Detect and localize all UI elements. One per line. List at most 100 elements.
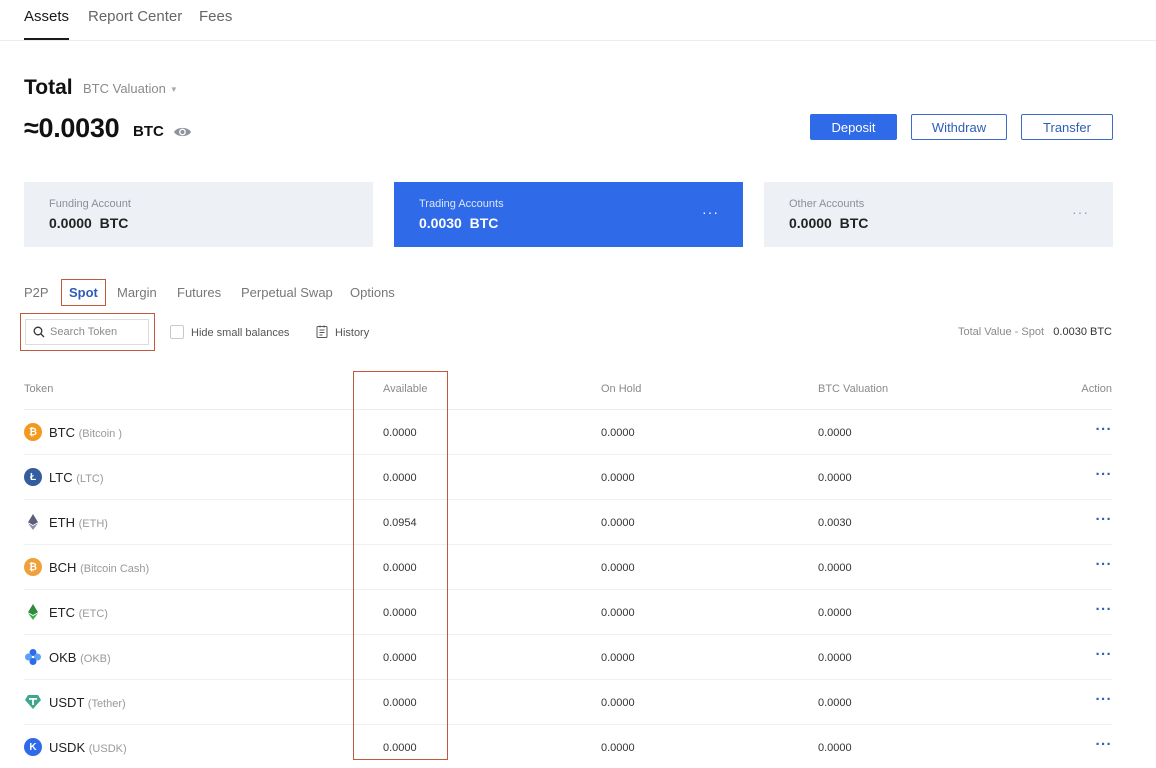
- hide-small-balances-label[interactable]: Hide small balances: [191, 327, 289, 339]
- row-action-more-icon[interactable]: ···: [1096, 466, 1113, 483]
- btc-valuation-cell: 0.0000: [818, 472, 852, 484]
- deposit-button[interactable]: Deposit: [810, 114, 897, 140]
- subtab-options[interactable]: Options: [350, 285, 395, 300]
- tab-assets[interactable]: Assets: [24, 8, 70, 40]
- highlight-box-search: [20, 313, 155, 351]
- on-hold-cell: 0.0000: [601, 607, 635, 619]
- token-name: (Bitcoin ): [78, 428, 123, 440]
- btc-valuation-cell: 0.0000: [818, 427, 852, 439]
- other-accounts-card[interactable]: Other Accounts 0.0000 BTC ···: [764, 182, 1113, 247]
- tab-report-center[interactable]: Report Center: [88, 8, 182, 25]
- tab-fees[interactable]: Fees: [199, 8, 232, 25]
- on-hold-cell: 0.0000: [601, 472, 635, 484]
- on-hold-cell: 0.0000: [601, 562, 635, 574]
- table-header: Token Available On Hold BTC Valuation Ac…: [24, 383, 1112, 410]
- token-name: (LTC): [76, 473, 104, 485]
- hide-small-balances-checkbox[interactable]: [170, 325, 184, 339]
- table-row: ₿ BTC (Bitcoin ) 0.0000 0.0000 0.0000 ··…: [24, 410, 1112, 455]
- highlight-box-spot: [61, 279, 106, 306]
- row-action-more-icon[interactable]: ···: [1096, 691, 1113, 708]
- account-value: 0.0000 BTC: [49, 215, 129, 231]
- token-symbol: BTC (Bitcoin ): [49, 425, 123, 440]
- account-value: 0.0000 BTC: [789, 215, 869, 231]
- top-nav: Assets Report Center Fees: [0, 0, 1156, 41]
- litecoin-icon: Ł: [24, 468, 42, 486]
- ethereum-icon: [28, 514, 38, 530]
- token-name: (Tether): [87, 698, 126, 710]
- total-value-label: Total Value - Spot: [957, 326, 1044, 338]
- highlight-box-available-column: [353, 371, 448, 760]
- table-row: ETH (ETH) 0.0954 0.0000 0.0030 ···: [24, 500, 1112, 545]
- token-symbol: USDT (Tether): [49, 695, 126, 710]
- okb-icon: [25, 649, 41, 665]
- total-balance: ≈0.0030: [24, 113, 120, 143]
- table-row: Ł LTC (LTC) 0.0000 0.0000 0.0000 ···: [24, 455, 1112, 500]
- token-name: (OKB): [80, 653, 111, 665]
- column-header-action: Action: [1081, 383, 1112, 395]
- history-link[interactable]: History: [335, 327, 369, 339]
- more-icon[interactable]: ···: [1072, 204, 1089, 220]
- btc-valuation-cell: 0.0030: [818, 517, 852, 529]
- trading-accounts-card[interactable]: Trading Accounts 0.0030 BTC ···: [394, 182, 743, 247]
- btc-valuation-cell: 0.0000: [818, 562, 852, 574]
- on-hold-cell: 0.0000: [601, 517, 635, 529]
- row-action-more-icon[interactable]: ···: [1096, 601, 1113, 618]
- page-title: Total: [24, 76, 73, 99]
- token-name: (USDK): [88, 743, 127, 755]
- bitcoin-cash-icon: ₿: [24, 558, 42, 576]
- on-hold-cell: 0.0000: [601, 652, 635, 664]
- on-hold-cell: 0.0000: [601, 742, 635, 754]
- table-row: ₿ BCH (Bitcoin Cash) 0.0000 0.0000 0.000…: [24, 545, 1112, 590]
- token-symbol: ETH (ETH): [49, 515, 108, 530]
- token-name: (ETH): [78, 518, 108, 530]
- valuation-label: BTC Valuation: [83, 81, 166, 96]
- transfer-button[interactable]: Transfer: [1021, 114, 1113, 140]
- account-label: Funding Account: [49, 198, 131, 210]
- bitcoin-icon: ₿: [24, 423, 42, 441]
- token-symbol: LTC (LTC): [49, 470, 104, 485]
- tether-icon: [25, 695, 41, 709]
- withdraw-button[interactable]: Withdraw: [911, 114, 1007, 140]
- row-action-more-icon[interactable]: ···: [1096, 736, 1113, 753]
- subtab-p2p[interactable]: P2P: [24, 285, 49, 300]
- row-action-more-icon[interactable]: ···: [1096, 556, 1113, 573]
- ethereum-classic-icon: [28, 604, 38, 620]
- subtab-margin[interactable]: Margin: [117, 285, 157, 300]
- subtab-perpetual-swap[interactable]: Perpetual Swap: [241, 285, 333, 300]
- row-action-more-icon[interactable]: ···: [1096, 511, 1113, 528]
- table-row: USDT (Tether) 0.0000 0.0000 0.0000 ···: [24, 680, 1112, 725]
- token-symbol: OKB (OKB): [49, 650, 111, 665]
- account-value: 0.0030 BTC: [419, 215, 499, 231]
- token-name: (Bitcoin Cash): [80, 563, 150, 575]
- on-hold-cell: 0.0000: [601, 697, 635, 709]
- total-balance-unit: BTC: [133, 123, 164, 140]
- token-symbol: ETC (ETC): [49, 605, 108, 620]
- btc-valuation-cell: 0.0000: [818, 697, 852, 709]
- table-row: K USDK (USDK) 0.0000 0.0000 0.0000 ···: [24, 725, 1112, 768]
- usdk-icon: K: [24, 738, 42, 756]
- funding-account-card[interactable]: Funding Account 0.0000 BTC: [24, 182, 373, 247]
- table-row: OKB (OKB) 0.0000 0.0000 0.0000 ···: [24, 635, 1112, 680]
- column-header-token: Token: [24, 383, 54, 395]
- row-action-more-icon[interactable]: ···: [1096, 421, 1113, 438]
- on-hold-cell: 0.0000: [601, 427, 635, 439]
- account-label: Other Accounts: [789, 198, 865, 210]
- column-header-on-hold: On Hold: [601, 383, 642, 395]
- btc-valuation-cell: 0.0000: [818, 607, 852, 619]
- account-label: Trading Accounts: [419, 198, 504, 210]
- eye-icon[interactable]: [173, 125, 192, 139]
- table-row: ETC (ETC) 0.0000 0.0000 0.0000 ···: [24, 590, 1112, 635]
- btc-valuation-cell: 0.0000: [818, 742, 852, 754]
- valuation-dropdown[interactable]: BTC Valuation ▼: [83, 81, 178, 96]
- row-action-more-icon[interactable]: ···: [1096, 646, 1113, 663]
- subtab-futures[interactable]: Futures: [177, 285, 221, 300]
- caret-down-icon: ▼: [169, 85, 178, 94]
- column-header-btc-valuation: BTC Valuation: [818, 383, 889, 395]
- token-symbol: BCH (Bitcoin Cash): [49, 560, 150, 575]
- total-value: 0.0030 BTC: [1053, 326, 1112, 338]
- history-icon[interactable]: [316, 325, 328, 338]
- btc-valuation-cell: 0.0000: [818, 652, 852, 664]
- more-icon[interactable]: ···: [702, 204, 719, 220]
- token-name: (ETC): [78, 608, 108, 620]
- token-symbol: USDK (USDK): [49, 740, 127, 755]
